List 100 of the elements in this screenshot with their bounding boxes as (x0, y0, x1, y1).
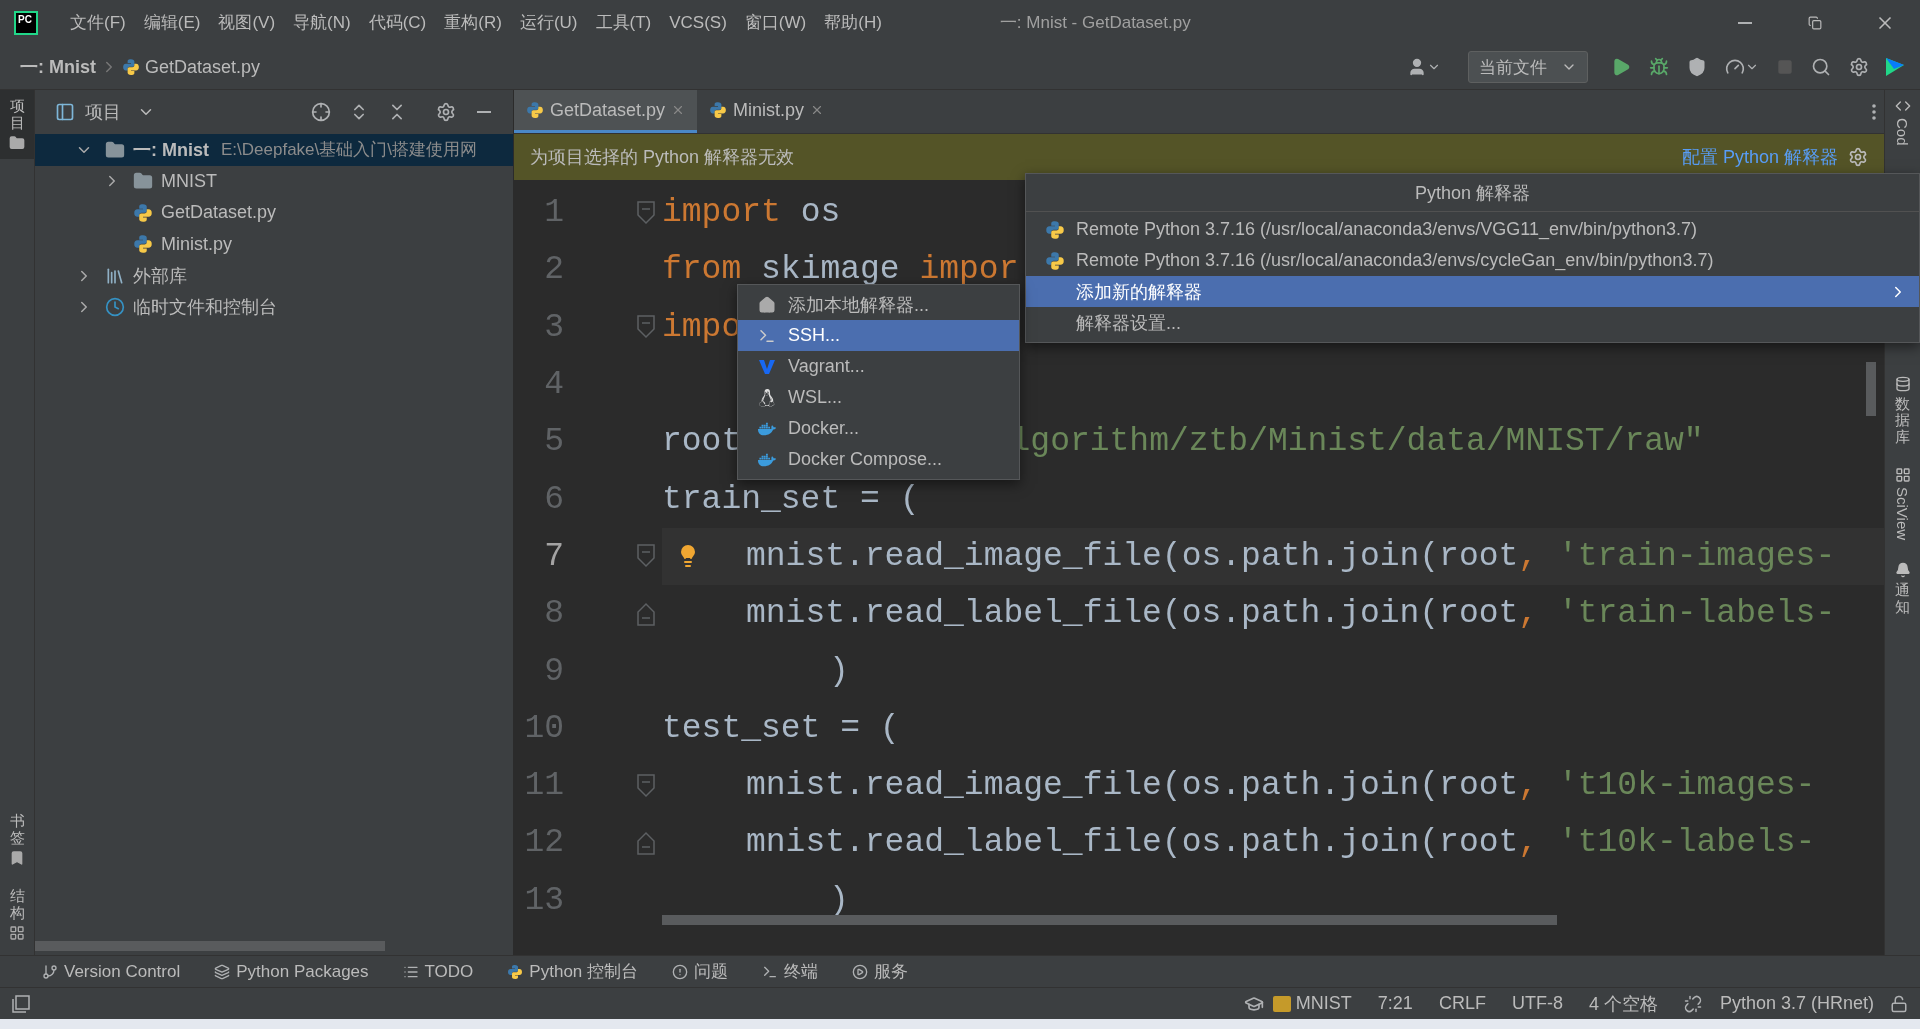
tool-window-tab[interactable]: 结构 (0, 880, 34, 949)
scrollbar-thumb[interactable] (35, 941, 385, 951)
menu-item[interactable]: 代码(C) (368, 11, 427, 34)
status-item[interactable]: Python 3.7 (HRnet) (1683, 993, 1874, 1014)
unlock-icon[interactable] (1890, 994, 1908, 1013)
tool-window-tab[interactable]: Cod (1885, 90, 1920, 154)
status-item[interactable]: 4 个空格 (1588, 991, 1658, 1016)
menu-item[interactable]: 添加新的解释器 (1026, 276, 1919, 307)
panel-title[interactable]: 项目 (85, 100, 121, 124)
settings-icon[interactable] (1848, 147, 1868, 167)
fold-marker-icon[interactable] (636, 600, 656, 627)
line-number: 1 (543, 194, 564, 232)
scrollbar-thumb[interactable] (1866, 362, 1876, 416)
menu-item[interactable]: 文件(F) (70, 11, 126, 34)
tool-window-tab[interactable]: 书签 (0, 805, 34, 874)
branch-icon (42, 963, 58, 980)
tool-window-button[interactable]: 终端 (762, 960, 818, 983)
menu-item[interactable]: 重构(R) (444, 11, 502, 34)
line-number: 5 (543, 423, 564, 461)
tool-window-button[interactable]: TODO (402, 961, 474, 982)
code-text: mnist.read_label_file(os.path.join(root, 't10k-labels- (746, 824, 1816, 862)
tree-item[interactable]: Minist.py (35, 228, 513, 260)
code-text: mnist.read_image_file(os.path.join(root, 't10k-images- (746, 767, 1816, 805)
menu-item[interactable]: Remote Python 3.7.16 (/usr/local/anaconda3/envs/cycleGan_env/bin/python3.7) (1026, 245, 1919, 276)
menu-item[interactable]: SSH... (738, 320, 1019, 351)
window-title: 一: Mnist - GetDataset.py (999, 12, 1192, 34)
breadcrumb-project[interactable]: 一: Mnist (20, 55, 96, 79)
settings-button[interactable] (436, 102, 456, 122)
database-icon (1894, 375, 1911, 392)
configure-link[interactable]: 配置 Python 解释器 (1681, 145, 1838, 169)
search-button[interactable] (1811, 57, 1831, 77)
tool-window-button[interactable]: 服务 (852, 960, 908, 983)
breadcrumb-file[interactable]: GetDataset.py (145, 56, 261, 78)
menu-item[interactable]: Vagrant... (738, 351, 1019, 382)
menu-item[interactable]: 编辑(E) (143, 11, 201, 34)
scrollbar-thumb[interactable] (662, 915, 1557, 925)
run-button[interactable] (1611, 57, 1631, 77)
code-text: from skimage impor (662, 251, 1019, 289)
menu-item[interactable]: Remote Python 3.7.16 (/usr/local/anaconda3/envs/VGG11_env/bin/python3.7) (1026, 214, 1919, 245)
python-icon (507, 963, 524, 980)
folder-icon (105, 139, 125, 160)
tool-window-tab[interactable]: 通知 (1885, 554, 1920, 624)
menu-item[interactable]: WSL... (738, 382, 1019, 413)
project-path: E:\Deepfake\基础入门\搭建使用网 (221, 139, 477, 162)
tool-window-tab[interactable]: 项目 (0, 90, 34, 159)
layers-icon (214, 963, 231, 980)
fold-marker-icon[interactable] (636, 829, 656, 856)
coverage-button[interactable] (1687, 57, 1707, 77)
menu-item[interactable]: 解释器设置... (1026, 307, 1919, 338)
tool-window-button[interactable]: Version Control (42, 961, 181, 982)
status-item[interactable]: MNIST (1271, 993, 1352, 1014)
tree-item[interactable]: 外部库 (35, 260, 513, 292)
menu-item[interactable]: 视图(V) (218, 11, 276, 34)
profile-button[interactable] (1725, 57, 1759, 77)
code-text: train_set = ( (662, 480, 920, 518)
fold-marker-icon[interactable] (636, 543, 656, 570)
run-config-dropdown[interactable]: 当前文件 (1468, 51, 1588, 83)
tree-item[interactable]: MNIST (35, 165, 513, 197)
code-icon (1894, 98, 1911, 114)
status-item[interactable]: CRLF (1438, 993, 1486, 1014)
settings-button[interactable] (1849, 57, 1869, 77)
bell-icon (1894, 562, 1911, 579)
fold-marker-icon[interactable] (636, 772, 656, 799)
editor-tab[interactable]: Minist.py (697, 90, 837, 133)
minimize-icon (477, 111, 491, 113)
unlink-icon (1683, 994, 1702, 1013)
menu-item[interactable]: 窗口(W) (744, 11, 807, 34)
code-text: test_set = ( (662, 709, 900, 747)
gauge-icon (1725, 57, 1745, 77)
line-number: 2 (543, 251, 564, 289)
tree-item[interactable]: 一: Mnist E:\Deepfake\基础入门\搭建使用网 (35, 134, 513, 166)
menu-item[interactable]: VCS(S) (669, 12, 727, 33)
menu-item[interactable]: 导航(N) (293, 11, 351, 34)
debug-button[interactable] (1649, 57, 1669, 77)
tool-window-tab[interactable]: 数据库 (1885, 367, 1920, 454)
status-item[interactable]: 7:21 (1377, 993, 1413, 1014)
menu-item[interactable]: 工具(T) (595, 11, 652, 34)
locate-button[interactable] (311, 102, 331, 122)
warning-message: 为项目选择的 Python 解释器无效 (530, 146, 796, 169)
menu-item[interactable]: 帮助(H) (824, 11, 882, 34)
tool-window-button[interactable]: Python 控制台 (507, 960, 638, 983)
sftp-icon (1271, 993, 1292, 1014)
code-text: mnist.read_image_file(os.path.join(root, 'train-images- (746, 537, 1836, 575)
layout-icon[interactable] (12, 994, 30, 1013)
fold-marker-icon[interactable] (636, 314, 656, 341)
fold-marker-icon[interactable] (636, 199, 656, 226)
code-text: mnist.read_label_file(os.path.join(root, 'train-labels- (746, 595, 1836, 633)
python-icon (133, 202, 153, 223)
editor-tab[interactable]: GetDataset.py (514, 90, 698, 133)
tool-window-tab[interactable]: SciView (1885, 459, 1920, 549)
gradient-logo-icon[interactable] (1884, 56, 1906, 78)
user-button[interactable] (1407, 57, 1441, 77)
tool-window-button[interactable]: Python Packages (214, 961, 369, 982)
v-logo-icon (758, 357, 776, 376)
menu-item[interactable]: 运行(U) (519, 11, 578, 34)
status-item[interactable]: UTF-8 (1511, 993, 1563, 1014)
tool-window-button[interactable]: 问题 (672, 960, 728, 983)
tree-item[interactable]: GetDataset.py (35, 197, 513, 229)
tree-item[interactable]: 临时文件和控制台 (35, 291, 513, 323)
python-icon (1045, 250, 1065, 271)
